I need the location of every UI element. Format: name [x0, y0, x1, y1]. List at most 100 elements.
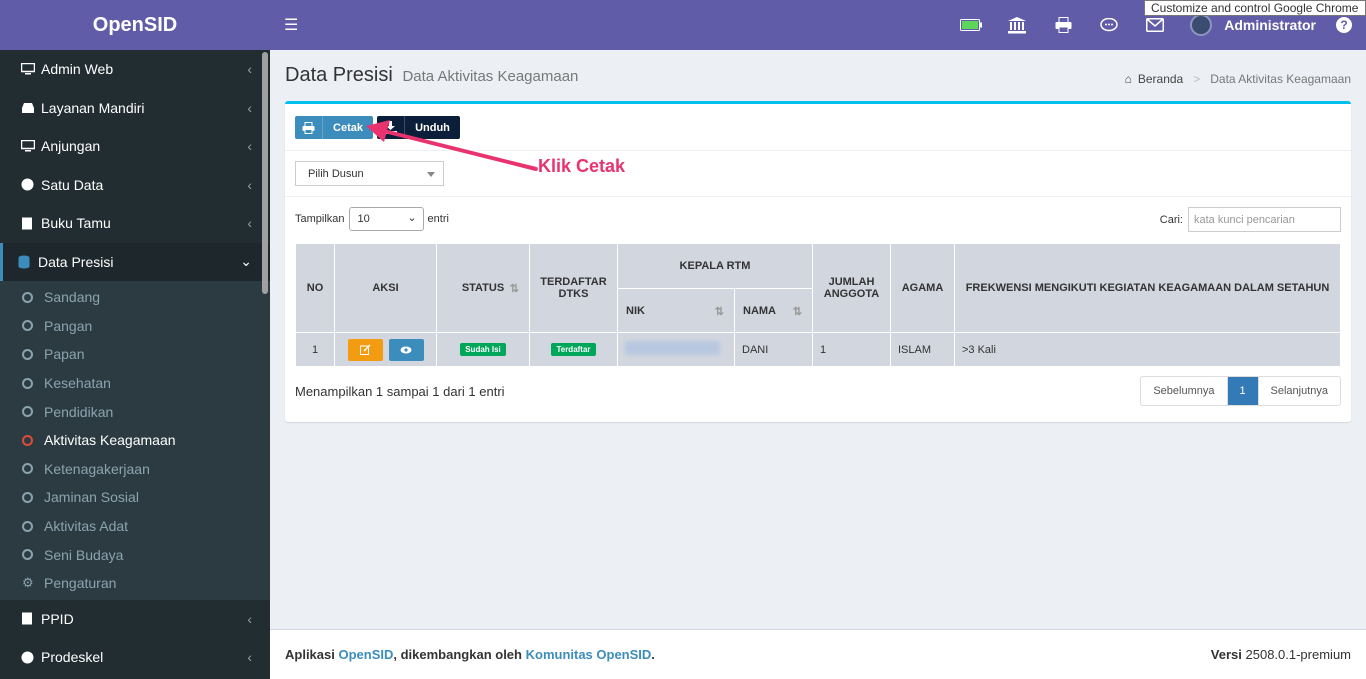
- sort-icon: ⇅: [714, 305, 724, 318]
- avatar: [1190, 14, 1213, 36]
- sidebar-item-admin-web[interactable]: Admin Web ‹: [0, 50, 270, 89]
- sidebar-item-ppid[interactable]: PPID ‹: [0, 600, 270, 639]
- sidebar-item-data-presisi[interactable]: Data Presisi ⌄: [0, 242, 270, 281]
- monitor-icon: [21, 140, 41, 152]
- header-terdaftar: TERDAFTAR DTKS: [529, 243, 618, 333]
- browser-tooltip: Customize and control Google Chrome: [1144, 0, 1366, 16]
- edit-button[interactable]: [347, 338, 383, 361]
- sidebar: OpenSID Admin Web ‹ Layanan Mandiri ‹ An…: [0, 0, 270, 679]
- breadcrumb-home[interactable]: Beranda: [1138, 72, 1183, 86]
- sidebar-subitem-sandang[interactable]: Sandang: [0, 283, 270, 312]
- content-header: Data Presisi Data Aktivitas Keagamaan: [285, 64, 578, 87]
- page-subtitle: Data Aktivitas Keagamaan: [402, 68, 579, 85]
- annotation-label: Klik Cetak: [538, 156, 626, 176]
- sidebar-subitem-jaminan-sosial[interactable]: Jaminan Sosial: [0, 483, 270, 512]
- chevron-left-icon: ‹: [247, 99, 252, 116]
- data-table: NO AKSI STATUS ⇅ TERDAFTAR DTKS KEPALA RT…: [295, 243, 1341, 367]
- sort-icon: ⇅: [792, 305, 802, 318]
- pagination: Sebelumnya 1 Selanjutnya: [1140, 376, 1341, 406]
- status-badge: Sudah Isi: [460, 343, 506, 356]
- circle-icon: [22, 320, 33, 332]
- chevron-down-icon: ⌄: [407, 212, 417, 224]
- breadcrumb-current: Data Aktivitas Keagamaan: [1210, 72, 1351, 86]
- sidebar-item-prodeskel[interactable]: Prodeskel ‹: [0, 638, 270, 677]
- database-icon: [18, 255, 38, 269]
- user-menu[interactable]: Administrator: [1178, 14, 1328, 36]
- bank-icon[interactable]: [994, 0, 1040, 50]
- header-status[interactable]: STATUS ⇅: [436, 243, 530, 333]
- sidebar-item-buku-tamu[interactable]: Buku Tamu ‹: [0, 204, 270, 243]
- sidebar-item-anjungan[interactable]: Anjungan ‹: [0, 127, 270, 166]
- table-info: Menampilkan 1 sampai 1 dari 1 entri: [295, 384, 505, 399]
- annotation-arrow: [366, 120, 538, 171]
- sidebar-item-layanan-mandiri[interactable]: Layanan Mandiri ‹: [0, 89, 270, 128]
- chevron-left-icon: ‹: [247, 176, 252, 193]
- sidebar-item-satu-data[interactable]: Satu Data ‹: [0, 166, 270, 205]
- app-logo[interactable]: OpenSID: [0, 0, 270, 50]
- chevron-left-icon: ‹: [247, 215, 252, 232]
- sidebar-subitem-seni-budaya[interactable]: Seni Budaya: [0, 540, 270, 569]
- circle-icon: [22, 434, 33, 446]
- nik-cell: [617, 332, 735, 367]
- sidebar-subitem-aktivitas-keagamaan[interactable]: Aktivitas Keagamaan: [0, 426, 270, 455]
- footer: Aplikasi OpenSID, dikembangkan oleh Komu…: [270, 629, 1366, 679]
- circle-icon: [22, 520, 33, 532]
- sidebar-subitem-pangan[interactable]: Pangan: [0, 312, 270, 341]
- action-cell: [334, 332, 437, 367]
- chevron-left-icon: ‹: [247, 61, 252, 78]
- search-control: Cari: kata kunci pencarian: [1160, 207, 1341, 232]
- header-nama[interactable]: NAMA ⇅: [734, 288, 813, 333]
- home-icon: ⌂: [1124, 72, 1132, 86]
- circle-icon: [22, 491, 33, 503]
- footer-credit: Aplikasi OpenSID, dikembangkan oleh Komu…: [285, 647, 655, 662]
- header-aksi: AKSI: [334, 243, 437, 333]
- circle-icon: [22, 348, 33, 360]
- submenu-data-presisi: Sandang Pangan Papan Kesehatan Pendidika…: [0, 281, 270, 600]
- page-1-button[interactable]: 1: [1226, 377, 1258, 405]
- printer-icon[interactable]: [1040, 0, 1086, 50]
- page-length-select[interactable]: 10 ⌄: [348, 207, 424, 231]
- table-row: 1 Sudah Isi Terdaftar DANI 1 ISLAM >3 Ka…: [295, 332, 1341, 367]
- sidebar-subitem-pendidikan[interactable]: Pendidikan: [0, 397, 270, 426]
- battery-icon[interactable]: [948, 0, 994, 50]
- sort-icon: ⇅: [509, 283, 519, 295]
- sidebar-subitem-kesehatan[interactable]: Kesehatan: [0, 369, 270, 398]
- chevron-left-icon: ‹: [247, 610, 252, 627]
- globe-icon: [21, 178, 41, 191]
- gear-icon: ⚙: [22, 575, 34, 591]
- footer-version: Versi 2508.0.1-premium: [1210, 647, 1351, 662]
- sidebar-subitem-pengaturan[interactable]: ⚙ Pengaturan: [0, 569, 270, 598]
- header-nik[interactable]: NIK ⇅: [617, 288, 735, 333]
- book-icon: [21, 217, 41, 230]
- help-icon[interactable]: ?: [1336, 17, 1352, 33]
- breadcrumb: ⌂ Beranda > Data Aktivitas Keagamaan: [1124, 72, 1351, 86]
- next-page-button[interactable]: Selanjutnya: [1257, 377, 1341, 405]
- opensid-link[interactable]: OpenSID: [338, 647, 393, 662]
- header-frekwensi: FREKWENSI MENGIKUTI KEGIATAN KEAGAMAAN D…: [954, 243, 1341, 333]
- search-input[interactable]: kata kunci pencarian: [1188, 207, 1341, 232]
- sidebar-subitem-ketenagakerjaan[interactable]: Ketenagakerjaan: [0, 455, 270, 484]
- divider: [285, 196, 1351, 197]
- komunitas-link[interactable]: Komunitas OpenSID: [526, 647, 652, 662]
- circle-icon: [22, 291, 33, 303]
- sidebar-subitem-papan[interactable]: Papan: [0, 340, 270, 369]
- chevron-left-icon: ‹: [247, 138, 252, 155]
- circle-icon: [22, 463, 33, 475]
- page-length-control: Tampilkan 10 ⌄ entri: [295, 207, 449, 231]
- chat-icon[interactable]: [1086, 0, 1132, 50]
- book-icon: [21, 612, 41, 625]
- chevron-left-icon: ‹: [247, 649, 252, 666]
- header-agama: AGAMA: [890, 243, 955, 333]
- view-button[interactable]: [388, 338, 424, 361]
- monitor-icon: [21, 63, 41, 75]
- prev-page-button[interactable]: Sebelumnya: [1141, 377, 1226, 405]
- globe-icon: [21, 651, 41, 664]
- sidebar-subitem-aktivitas-adat[interactable]: Aktivitas Adat: [0, 512, 270, 541]
- menu-toggle-icon[interactable]: ☰: [284, 15, 298, 35]
- dtks-badge: Terdaftar: [551, 343, 596, 356]
- header-kepala-rtm: KEPALA RTM: [617, 243, 813, 289]
- sidebar-scrollbar[interactable]: [262, 52, 268, 294]
- page-title: Data Presisi: [285, 64, 393, 86]
- circle-icon: [22, 377, 33, 389]
- header-jumlah: JUMLAH ANGGOTA: [812, 243, 891, 333]
